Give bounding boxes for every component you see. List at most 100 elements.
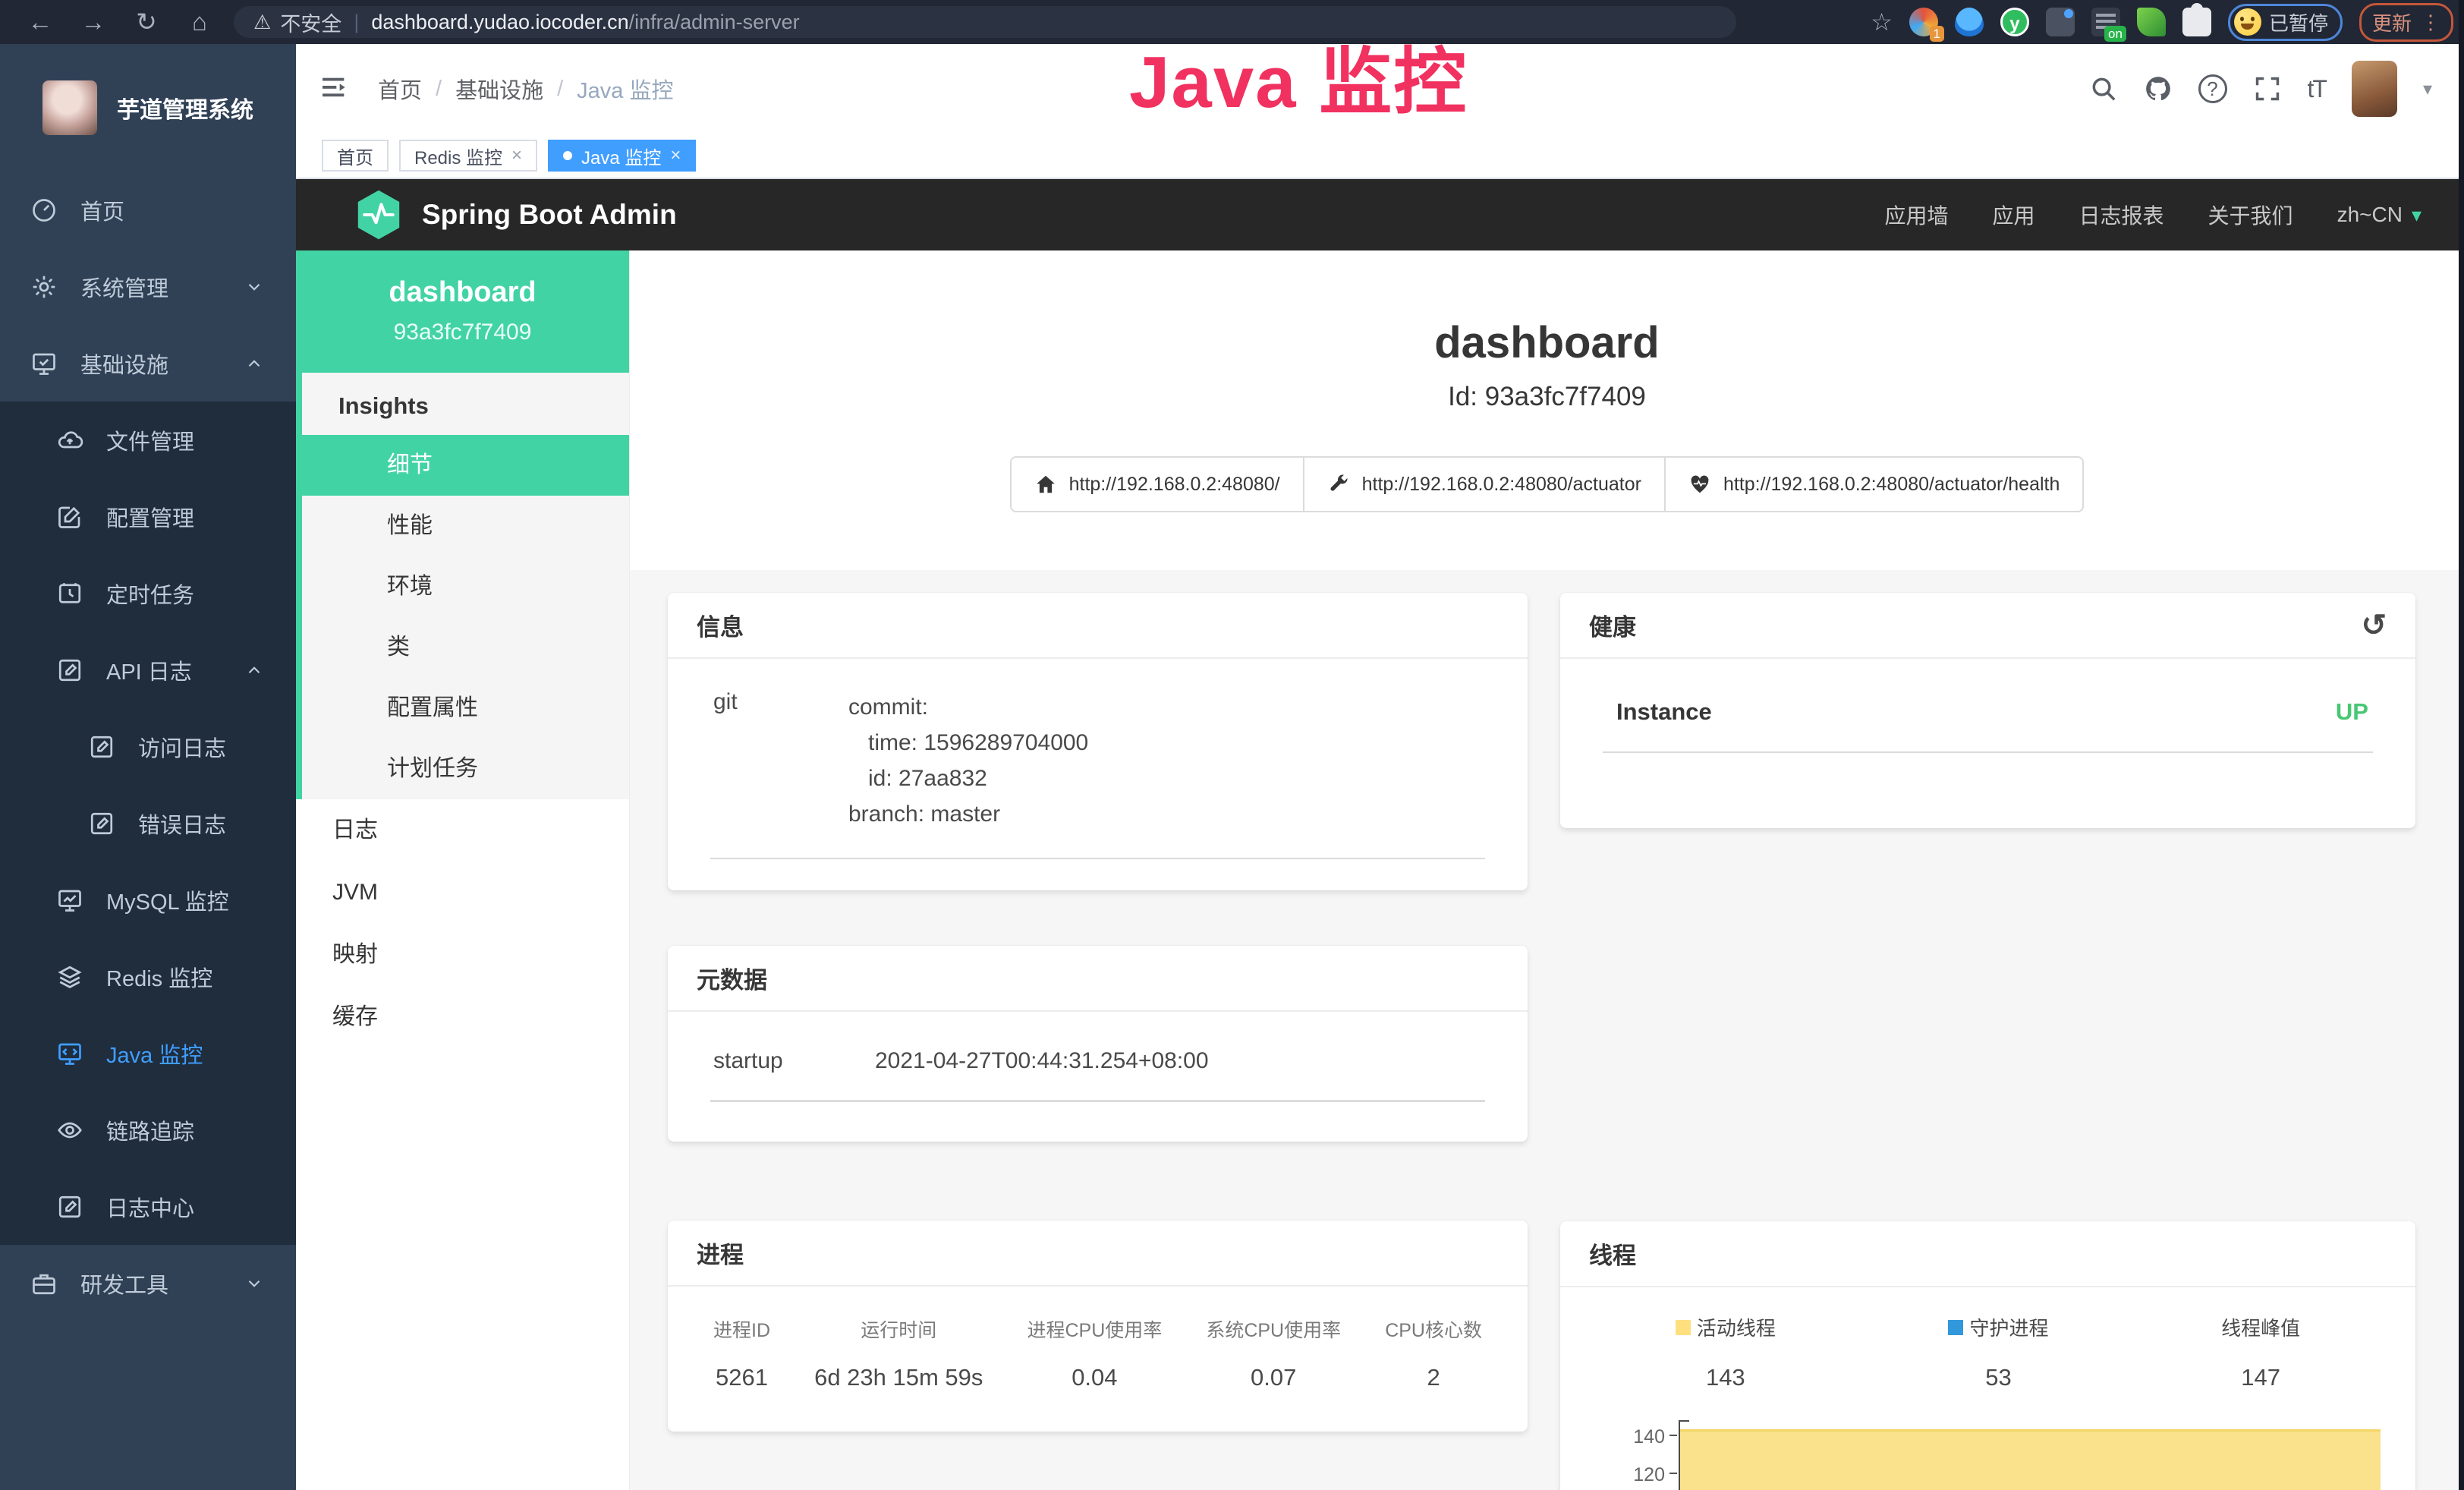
sba-item-details[interactable]: 细节 bbox=[302, 435, 629, 496]
extension-icon-grid[interactable] bbox=[2046, 8, 2075, 36]
sidebar-item-system-management[interactable]: 系统管理 bbox=[0, 248, 296, 325]
sba-nav-wallboard[interactable]: 应用墙 bbox=[1885, 200, 1949, 230]
sidebar-item-config-management[interactable]: 配置管理 bbox=[0, 478, 296, 555]
sba-item-config-props[interactable]: 配置属性 bbox=[302, 678, 629, 739]
sidebar-item-redis-monitor[interactable]: Redis 监控 bbox=[0, 938, 296, 1015]
tab-redis-monitor[interactable]: Redis 监控 × bbox=[399, 140, 537, 172]
hamburger-icon[interactable] bbox=[319, 72, 352, 106]
y-axis-cap bbox=[1679, 1420, 1689, 1422]
sba-main: dashboard Id: 93a3fc7f7409 http://192.16… bbox=[630, 250, 2464, 1490]
legend-label: 线程峰值 bbox=[2221, 1313, 2300, 1341]
legend-live-threads: 活动线程 143 bbox=[1676, 1313, 1776, 1391]
sidebar-item-label: 日志中心 bbox=[106, 1191, 194, 1223]
extension-icon-pin[interactable] bbox=[1955, 8, 1984, 36]
sidebar-item-java-monitor[interactable]: Java 监控 bbox=[0, 1015, 296, 1092]
tab-home[interactable]: 首页 bbox=[322, 140, 389, 172]
threads-chart: 140 120 100 bbox=[1589, 1420, 2387, 1490]
log-edit-icon bbox=[85, 730, 118, 764]
address-bar[interactable]: ⚠ 不安全 | dashboard.yudao.iocoder.cn/infra… bbox=[234, 6, 1736, 38]
sba-locale-select[interactable]: zh~CN ▾ bbox=[2337, 203, 2422, 227]
sidebar-item-dev-tools[interactable]: 研发工具 bbox=[0, 1245, 296, 1321]
close-icon[interactable]: × bbox=[511, 145, 522, 166]
sidebar-item-error-logs[interactable]: 错误日志 bbox=[0, 785, 296, 862]
extension-icon-switch[interactable]: on bbox=[2091, 8, 2120, 36]
sidebar-item-tracing[interactable]: 链路追踪 bbox=[0, 1092, 296, 1168]
sba-item-logs[interactable]: 日志 bbox=[296, 799, 629, 862]
metadata-key: startup bbox=[697, 1048, 875, 1074]
tab-java-monitor[interactable]: Java 监控 × bbox=[548, 140, 696, 172]
sidebar-item-infrastructure[interactable]: 基础设施 bbox=[0, 325, 296, 402]
sba-brand-title[interactable]: Spring Boot Admin bbox=[422, 199, 677, 231]
sba-nav-about[interactable]: 关于我们 bbox=[2208, 200, 2293, 230]
sba-item-scheduled-tasks[interactable]: 计划任务 bbox=[302, 739, 629, 799]
legend-peak-threads: 线程峰值 147 bbox=[2221, 1313, 2300, 1391]
sba-item-metrics[interactable]: 性能 bbox=[302, 496, 629, 556]
close-icon[interactable]: × bbox=[670, 145, 681, 166]
info-values: commit: time: 1596289704000 id: 27aa832 … bbox=[848, 689, 1088, 832]
sidebar-item-scheduled-jobs[interactable]: 定时任务 bbox=[0, 555, 296, 632]
github-icon[interactable] bbox=[2144, 74, 2173, 103]
sidebar-item-label: 首页 bbox=[80, 194, 124, 226]
app-logo-row[interactable]: 芋道管理系统 bbox=[0, 44, 296, 172]
help-icon[interactable]: ? bbox=[2198, 74, 2227, 103]
live-threads-area-series bbox=[1680, 1429, 2381, 1490]
sba-item-classes[interactable]: 类 bbox=[302, 617, 629, 678]
forward-icon[interactable]: → bbox=[67, 0, 120, 44]
sidebar-item-label: MySQL 监控 bbox=[106, 884, 229, 916]
breadcrumb-home[interactable]: 首页 bbox=[378, 73, 422, 105]
spring-boot-admin-logo[interactable] bbox=[355, 189, 402, 241]
tab-label: Redis 监控 bbox=[414, 143, 502, 169]
stat-label: 进程ID bbox=[713, 1315, 770, 1343]
sidebar-item-access-logs[interactable]: 访问日志 bbox=[0, 708, 296, 785]
url-path: /infra/admin-server bbox=[629, 11, 800, 34]
sidebar-item-label: Java 监控 bbox=[106, 1038, 203, 1069]
sba-item-mappings[interactable]: 映射 bbox=[296, 924, 629, 986]
app-logo-image bbox=[42, 80, 97, 135]
info-card-title: 信息 bbox=[668, 593, 1528, 659]
actuator-url-link[interactable]: http://192.168.0.2:48080/actuator bbox=[1303, 456, 1666, 512]
extension-icon-leaf[interactable] bbox=[2137, 8, 2166, 36]
sba-nav-applications[interactable]: 应用 bbox=[1993, 200, 2035, 230]
sidebar-item-log-center[interactable]: 日志中心 bbox=[0, 1168, 296, 1245]
extension-icon-colorful[interactable]: 1 bbox=[1909, 8, 1938, 36]
profile-paused-pill[interactable]: 已暂停 bbox=[2228, 4, 2343, 41]
home-icon[interactable]: ⌂ bbox=[173, 0, 226, 44]
sidebar-item-api-logs[interactable]: API 日志 bbox=[0, 632, 296, 708]
threads-legend: 活动线程 143 守护进程 53 线程峰值 bbox=[1589, 1287, 2387, 1391]
bookmark-star-icon[interactable]: ☆ bbox=[1871, 8, 1893, 36]
fullscreen-icon[interactable] bbox=[2253, 74, 2282, 103]
sba-item-jvm[interactable]: JVM bbox=[296, 862, 629, 924]
sba-locale-label: zh~CN bbox=[2337, 203, 2403, 227]
sidebar-item-file-management[interactable]: 文件管理 bbox=[0, 402, 296, 478]
sba-item-environment[interactable]: 环境 bbox=[302, 556, 629, 617]
breadcrumb-infrastructure[interactable]: 基础设施 bbox=[455, 73, 543, 105]
back-icon[interactable]: ← bbox=[14, 0, 67, 44]
stat-value: 2 bbox=[1385, 1364, 1482, 1391]
health-instance-row[interactable]: Instance UP bbox=[1589, 659, 2387, 726]
browser-menu-icon[interactable]: ⋮ bbox=[2421, 11, 2440, 34]
user-menu-caret-icon[interactable]: ▾ bbox=[2423, 78, 2432, 100]
history-icon[interactable]: ↺ bbox=[2361, 613, 2387, 638]
chevron-down-icon: ▾ bbox=[2412, 203, 2422, 227]
user-avatar[interactable] bbox=[2352, 61, 2397, 117]
sidebar-item-label: API 日志 bbox=[106, 654, 192, 686]
refresh-icon[interactable]: ↻ bbox=[120, 0, 173, 44]
instance-links: http://192.168.0.2:48080/ http://192.168… bbox=[630, 456, 2464, 512]
puzzle-extensions-icon[interactable] bbox=[2182, 8, 2211, 36]
extension-icon-y[interactable]: y bbox=[2000, 8, 2029, 36]
security-label[interactable]: 不安全 bbox=[280, 8, 341, 37]
sba-app-header[interactable]: dashboard 93a3fc7f7409 bbox=[296, 250, 629, 373]
stat-value: 0.07 bbox=[1206, 1364, 1341, 1391]
font-size-icon[interactable]: tT bbox=[2308, 75, 2326, 103]
service-url-link[interactable]: http://192.168.0.2:48080/ bbox=[1010, 456, 1304, 512]
sba-nav-journal[interactable]: 日志报表 bbox=[2079, 200, 2164, 230]
sba-item-caches[interactable]: 缓存 bbox=[296, 986, 629, 1048]
legend-label: 守护进程 bbox=[1969, 1313, 2048, 1341]
sidebar-item-home[interactable]: 首页 bbox=[0, 172, 296, 248]
sidebar-item-mysql-monitor[interactable]: MySQL 监控 bbox=[0, 862, 296, 938]
sidebar-item-label: 系统管理 bbox=[80, 271, 168, 303]
page-header: 首页 / 基础设施 / Java 监控 ? tT ▾ bbox=[296, 44, 2464, 134]
health-url-link[interactable]: http://192.168.0.2:48080/actuator/health bbox=[1664, 456, 2084, 512]
browser-update-button[interactable]: 更新 ⋮ bbox=[2359, 3, 2453, 42]
search-icon[interactable] bbox=[2089, 74, 2118, 103]
